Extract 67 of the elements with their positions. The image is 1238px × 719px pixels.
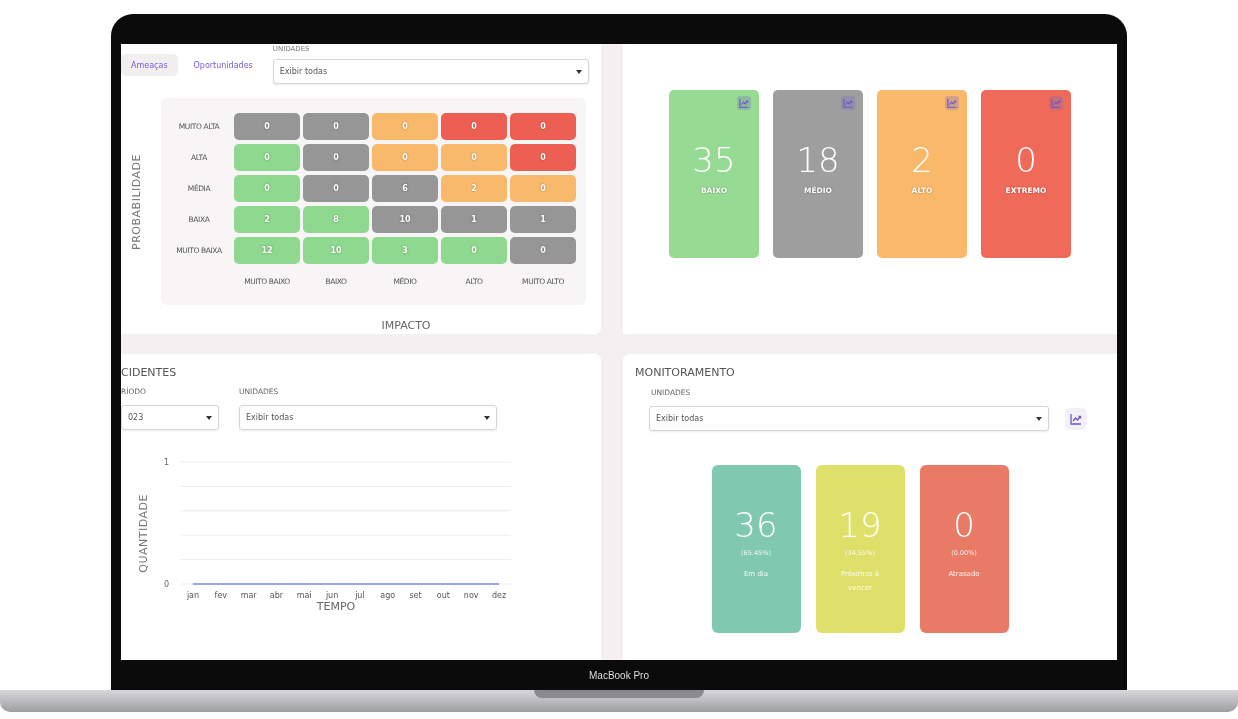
chart-icon[interactable] bbox=[841, 96, 855, 110]
tick-label: set bbox=[409, 591, 422, 600]
matrix-cell: 0 bbox=[303, 143, 369, 171]
tick-label: mai bbox=[296, 591, 312, 600]
matrix-cell: 0 bbox=[510, 143, 576, 171]
tick-label: fev bbox=[214, 591, 228, 600]
chart-icon[interactable] bbox=[1065, 407, 1087, 430]
matrix-cell: 1 bbox=[441, 205, 507, 233]
matrix-cell: 3 bbox=[372, 236, 438, 264]
select-field[interactable]: Exibir todas bbox=[239, 405, 497, 430]
matrix-cell: 0 bbox=[234, 112, 300, 140]
tick-label: jan bbox=[186, 591, 200, 600]
axis-title: TEMPO bbox=[316, 600, 356, 613]
tick-label: nov bbox=[463, 591, 479, 600]
matrix-cell: 2 bbox=[234, 205, 300, 233]
tick-label: ago bbox=[380, 591, 396, 600]
count-value: 0 bbox=[1015, 140, 1037, 180]
matrix-cell: 0 bbox=[372, 143, 438, 171]
matrix-cell: 12 bbox=[234, 236, 300, 264]
count-value: 35 bbox=[692, 140, 736, 180]
matrix-cell: 0 bbox=[234, 143, 300, 171]
panel-title: MONITORAMENTO bbox=[634, 366, 736, 379]
chart-icon[interactable] bbox=[945, 96, 959, 110]
tick-label: mar bbox=[240, 591, 257, 600]
tick-label: dez bbox=[491, 591, 507, 600]
select-field[interactable]: 023 bbox=[121, 405, 219, 430]
matrix-cell: 0 bbox=[510, 112, 576, 140]
count-value: 19 bbox=[838, 505, 882, 545]
matrix-cell: 0 bbox=[303, 174, 369, 202]
tab[interactable]: Ameaças bbox=[121, 54, 178, 76]
matrix-cell: 0 bbox=[441, 236, 507, 264]
matrix-cell: 6 bbox=[372, 174, 438, 202]
caret-icon bbox=[1036, 416, 1042, 421]
matrix-cell: 1 bbox=[510, 205, 576, 233]
axis-title: PROBABILIDADE bbox=[128, 153, 144, 250]
count-value: 2 bbox=[911, 140, 933, 180]
panel-title: CIDENTES bbox=[121, 366, 178, 379]
matrix-cell: 10 bbox=[372, 205, 438, 233]
tick-label: out bbox=[436, 591, 450, 600]
count-value: 18 bbox=[796, 140, 840, 180]
matrix-cell: 0 bbox=[510, 174, 576, 202]
count-value: 0 bbox=[953, 505, 975, 545]
tick-label: jun bbox=[325, 591, 339, 600]
matrix-cell: 0 bbox=[441, 143, 507, 171]
tab[interactable]: Oportunidades bbox=[183, 54, 263, 76]
matrix-cell: 8 bbox=[303, 205, 369, 233]
matrix-cell: 2 bbox=[441, 174, 507, 202]
matrix-cell: 0 bbox=[441, 112, 507, 140]
count-value: 36 bbox=[734, 505, 778, 545]
caret-icon bbox=[206, 415, 212, 420]
matrix-cell: 0 bbox=[372, 112, 438, 140]
caret-icon bbox=[484, 415, 490, 420]
tick-label: 1 bbox=[163, 458, 169, 467]
axis-title: QUANTIDADE bbox=[135, 494, 151, 573]
matrix-cell: 0 bbox=[303, 112, 369, 140]
tick-label: 0 bbox=[163, 580, 169, 589]
axis-title: IMPACTO bbox=[380, 319, 432, 334]
matrix-cell: 0 bbox=[234, 174, 300, 202]
select-field[interactable]: Exibir todas bbox=[272, 59, 589, 84]
tick-label: jul bbox=[355, 591, 365, 600]
matrix-cell: 0 bbox=[510, 236, 576, 264]
select-field[interactable]: Exibir todas bbox=[649, 406, 1049, 431]
device-label: MacBook Pro bbox=[589, 669, 649, 681]
matrix-cell: 10 bbox=[303, 236, 369, 264]
chart-icon[interactable] bbox=[737, 96, 751, 110]
tick-label: abr bbox=[269, 591, 284, 600]
caret-icon bbox=[576, 69, 582, 74]
